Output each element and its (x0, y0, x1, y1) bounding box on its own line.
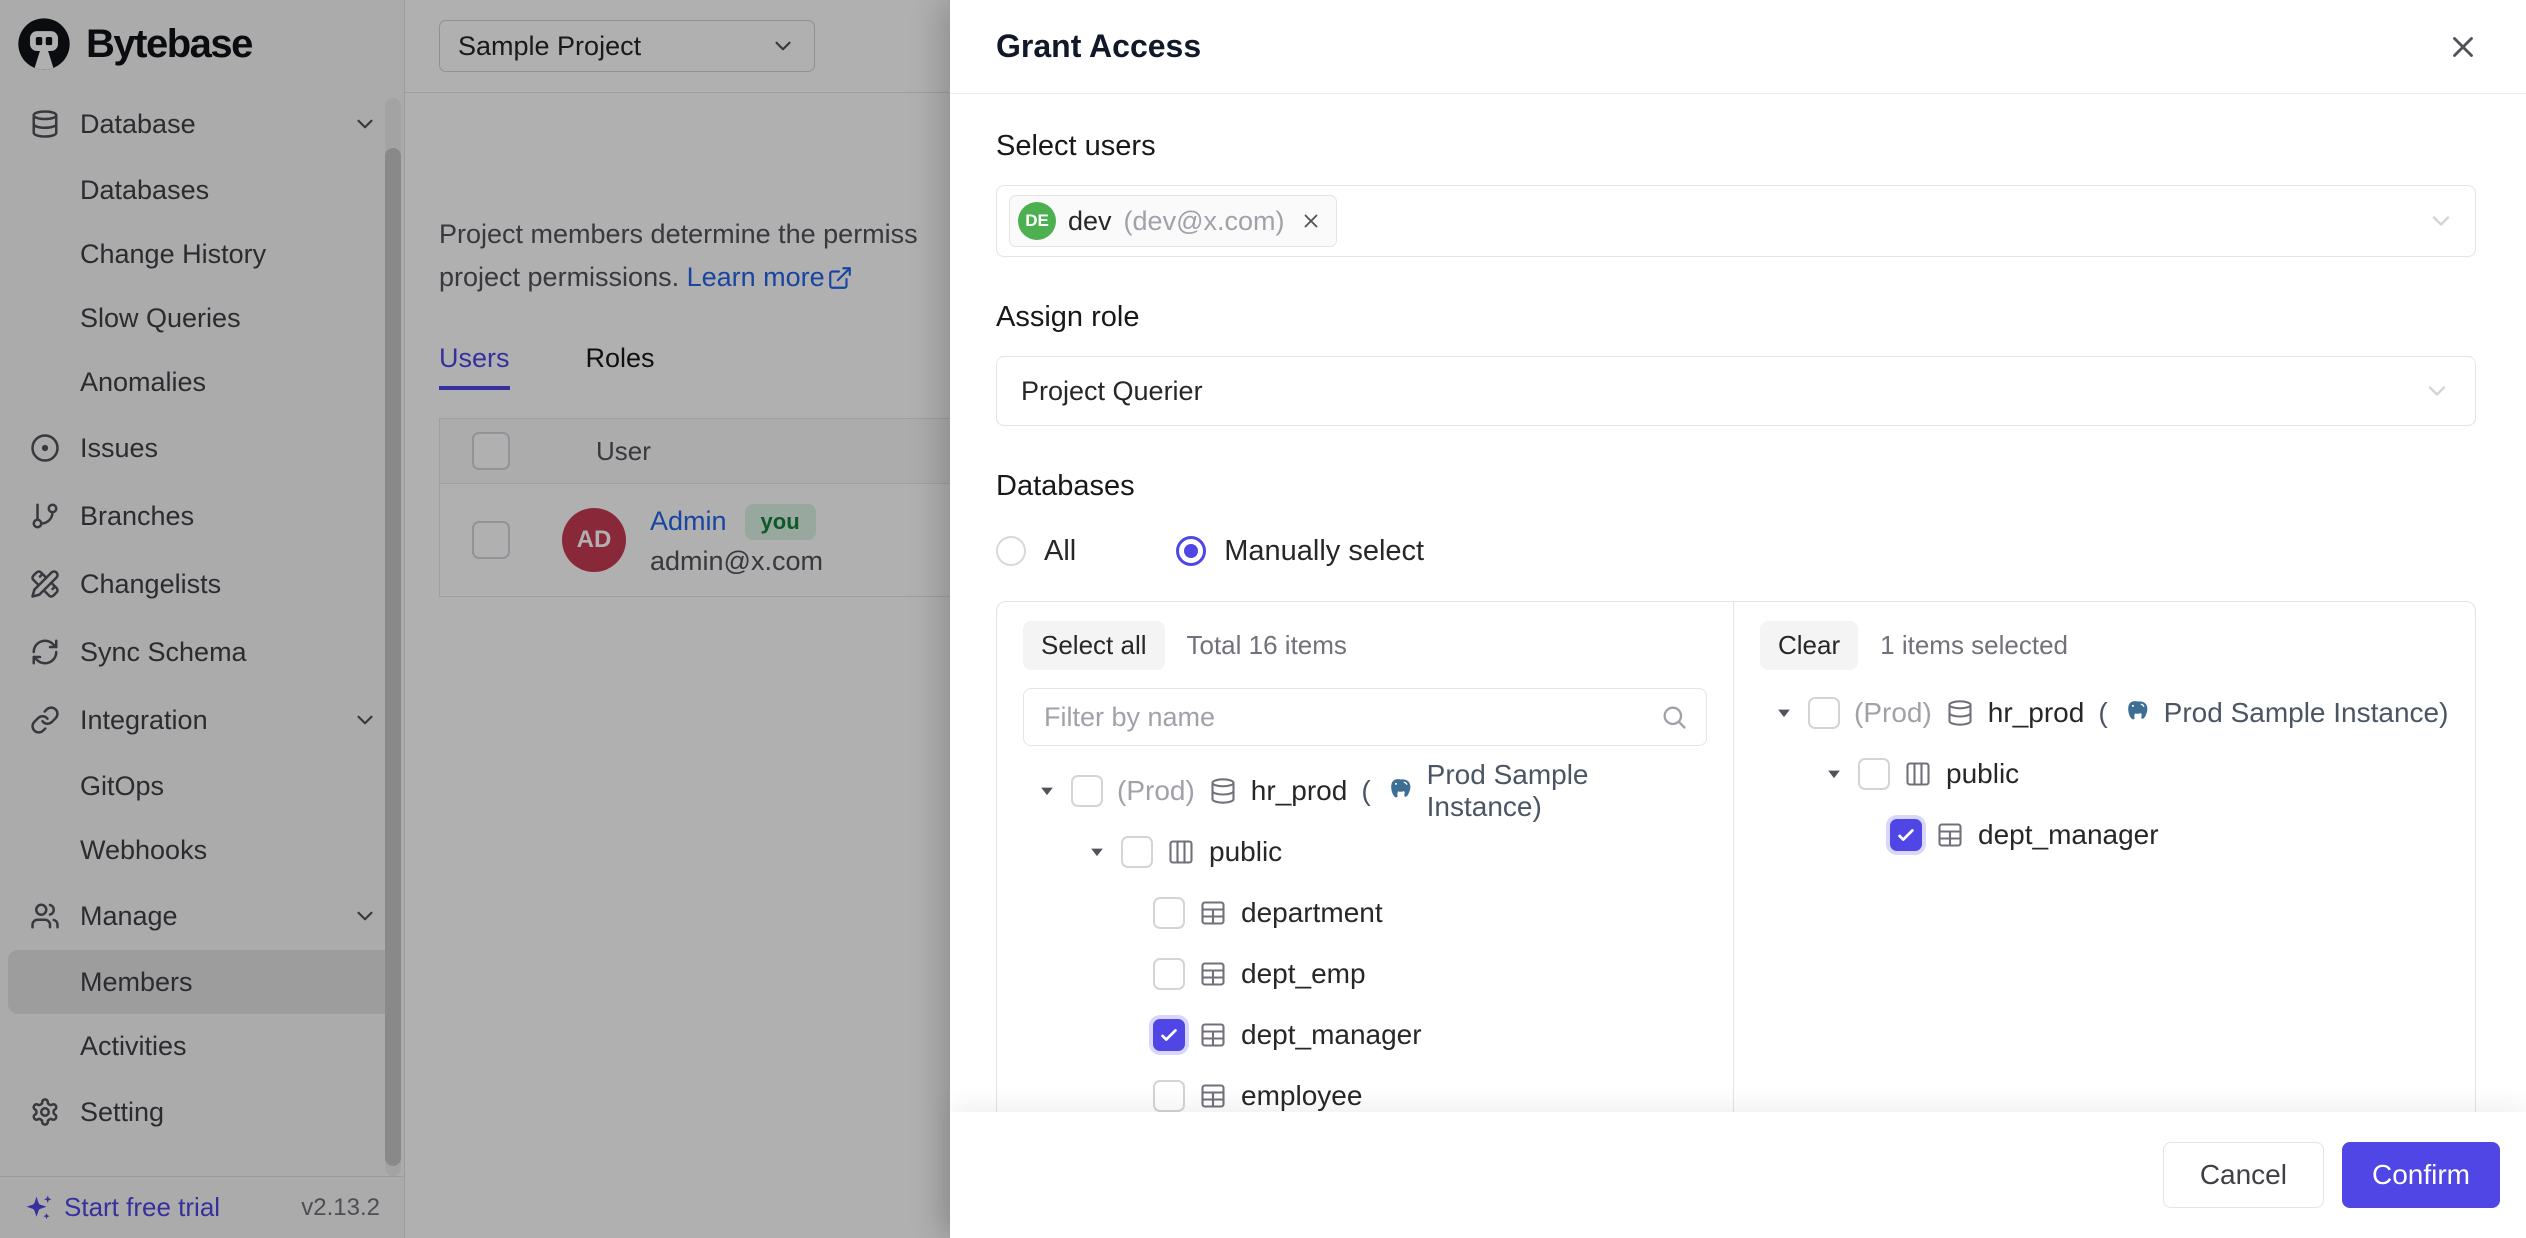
tree-row-schema[interactable]: public (1760, 743, 2449, 804)
checkmark-icon (1158, 1024, 1180, 1046)
tree-row-database[interactable]: (Prod) hr_prod ( Prod Sample Instance) (1760, 682, 2449, 743)
avatar: DE (1018, 202, 1056, 240)
role-select-value: Project Querier (1021, 376, 1203, 407)
postgresql-elephant-icon (2122, 699, 2150, 727)
checkbox-checked[interactable] (1890, 819, 1922, 851)
checkbox[interactable] (1153, 1080, 1185, 1112)
env-tag: (Prod) (1117, 775, 1195, 807)
db-name: hr_prod (1988, 697, 2085, 729)
checkbox[interactable] (1808, 697, 1840, 729)
table-icon (1199, 1021, 1227, 1049)
chevron-down-icon (2427, 207, 2455, 235)
database-scope-radios: All Manually select (996, 531, 2476, 571)
remove-chip-icon[interactable] (1300, 210, 1322, 232)
chevron-down-icon (2423, 377, 2451, 405)
tree-row-table[interactable]: employee (1023, 1065, 1707, 1112)
caret-down-icon[interactable] (1087, 842, 1107, 862)
instance-name: Prod Sample Instance) (1427, 759, 1707, 823)
columns-icon (1167, 838, 1195, 866)
total-items-label: Total 16 items (1187, 630, 1347, 661)
checkbox[interactable] (1153, 958, 1185, 990)
postgresql-elephant-icon (1385, 777, 1413, 805)
radio-manually-select[interactable]: Manually select (1176, 535, 1424, 568)
db-name: hr_prod (1251, 775, 1348, 807)
checkbox[interactable] (1121, 836, 1153, 868)
radio-circle[interactable] (996, 536, 1026, 566)
instance-paren: ( (2098, 697, 2107, 729)
assign-role-label: Assign role (996, 301, 2476, 334)
transfer-selected-pane: Clear 1 items selected (Prod) hr_prod ( (1734, 602, 2475, 1112)
drawer-footer: Cancel Confirm (950, 1112, 2526, 1238)
table-icon (1936, 821, 1964, 849)
table-icon (1199, 960, 1227, 988)
tree-row-schema[interactable]: public (1023, 821, 1707, 882)
checkbox[interactable] (1153, 897, 1185, 929)
checkbox-checked[interactable] (1153, 1019, 1185, 1051)
table-name: dept_manager (1241, 1019, 1422, 1051)
selected-tree: (Prod) hr_prod ( Prod Sample Instance) (1760, 682, 2449, 865)
checkmark-icon (1895, 824, 1917, 846)
transfer-source-pane: Select all Total 16 items (Prod) hr_prod… (997, 602, 1734, 1112)
caret-down-icon[interactable] (1774, 703, 1794, 723)
table-name: dept_manager (1978, 819, 2159, 851)
radio-label: Manually select (1224, 535, 1424, 568)
tree-row-table-selected[interactable]: dept_manager (1760, 804, 2449, 865)
select-all-button[interactable]: Select all (1023, 621, 1165, 670)
env-tag: (Prod) (1854, 697, 1932, 729)
columns-icon (1904, 760, 1932, 788)
tree-row-table-selected[interactable]: dept_manager (1023, 1004, 1707, 1065)
tree-row-table[interactable]: department (1023, 882, 1707, 943)
databases-label: Databases (996, 470, 2476, 503)
radio-circle-selected[interactable] (1176, 536, 1206, 566)
database-transfer-panel: Select all Total 16 items (Prod) hr_prod… (996, 601, 2476, 1112)
checkbox[interactable] (1858, 758, 1890, 790)
tree-row-database[interactable]: (Prod) hr_prod ( Prod Sample Instance) (1023, 760, 1707, 821)
caret-down-icon[interactable] (1824, 764, 1844, 784)
clear-button[interactable]: Clear (1760, 621, 1858, 670)
search-icon (1660, 703, 1688, 731)
table-name: employee (1241, 1080, 1362, 1112)
database-icon (1946, 699, 1974, 727)
select-users-label: Select users (996, 130, 2476, 163)
schema-name: public (1946, 758, 2019, 790)
confirm-button[interactable]: Confirm (2342, 1142, 2500, 1208)
chip-email: (dev@x.com) (1124, 206, 1285, 237)
grant-access-drawer: Grant Access Select users DE dev (dev@x.… (950, 0, 2526, 1238)
tree-row-table[interactable]: dept_emp (1023, 943, 1707, 1004)
drawer-header: Grant Access (950, 0, 2526, 94)
table-icon (1199, 899, 1227, 927)
instance-name: Prod Sample Instance) (2164, 697, 2449, 729)
role-select[interactable]: Project Querier (996, 356, 2476, 426)
database-icon (1209, 777, 1237, 805)
source-tree: (Prod) hr_prod ( Prod Sample Instance) (1023, 760, 1707, 1112)
chip-name: dev (1068, 206, 1112, 237)
table-name: department (1241, 897, 1383, 929)
users-multiselect[interactable]: DE dev (dev@x.com) (996, 185, 2476, 257)
schema-name: public (1209, 836, 1282, 868)
filter-field (1023, 688, 1707, 746)
filter-input[interactable] (1042, 701, 1660, 734)
table-icon (1199, 1082, 1227, 1110)
user-chip: DE dev (dev@x.com) (1009, 195, 1337, 247)
instance-paren: ( (1361, 775, 1370, 807)
checkbox[interactable] (1071, 775, 1103, 807)
radio-all[interactable]: All (996, 535, 1076, 568)
radio-label: All (1044, 535, 1076, 568)
drawer-title: Grant Access (996, 28, 1201, 65)
table-name: dept_emp (1241, 958, 1366, 990)
selected-count-label: 1 items selected (1880, 630, 2068, 661)
cancel-button[interactable]: Cancel (2163, 1142, 2324, 1208)
caret-down-icon[interactable] (1037, 781, 1057, 801)
drawer-body: Select users DE dev (dev@x.com) Assign r… (950, 94, 2526, 1112)
close-icon[interactable] (2446, 30, 2480, 64)
